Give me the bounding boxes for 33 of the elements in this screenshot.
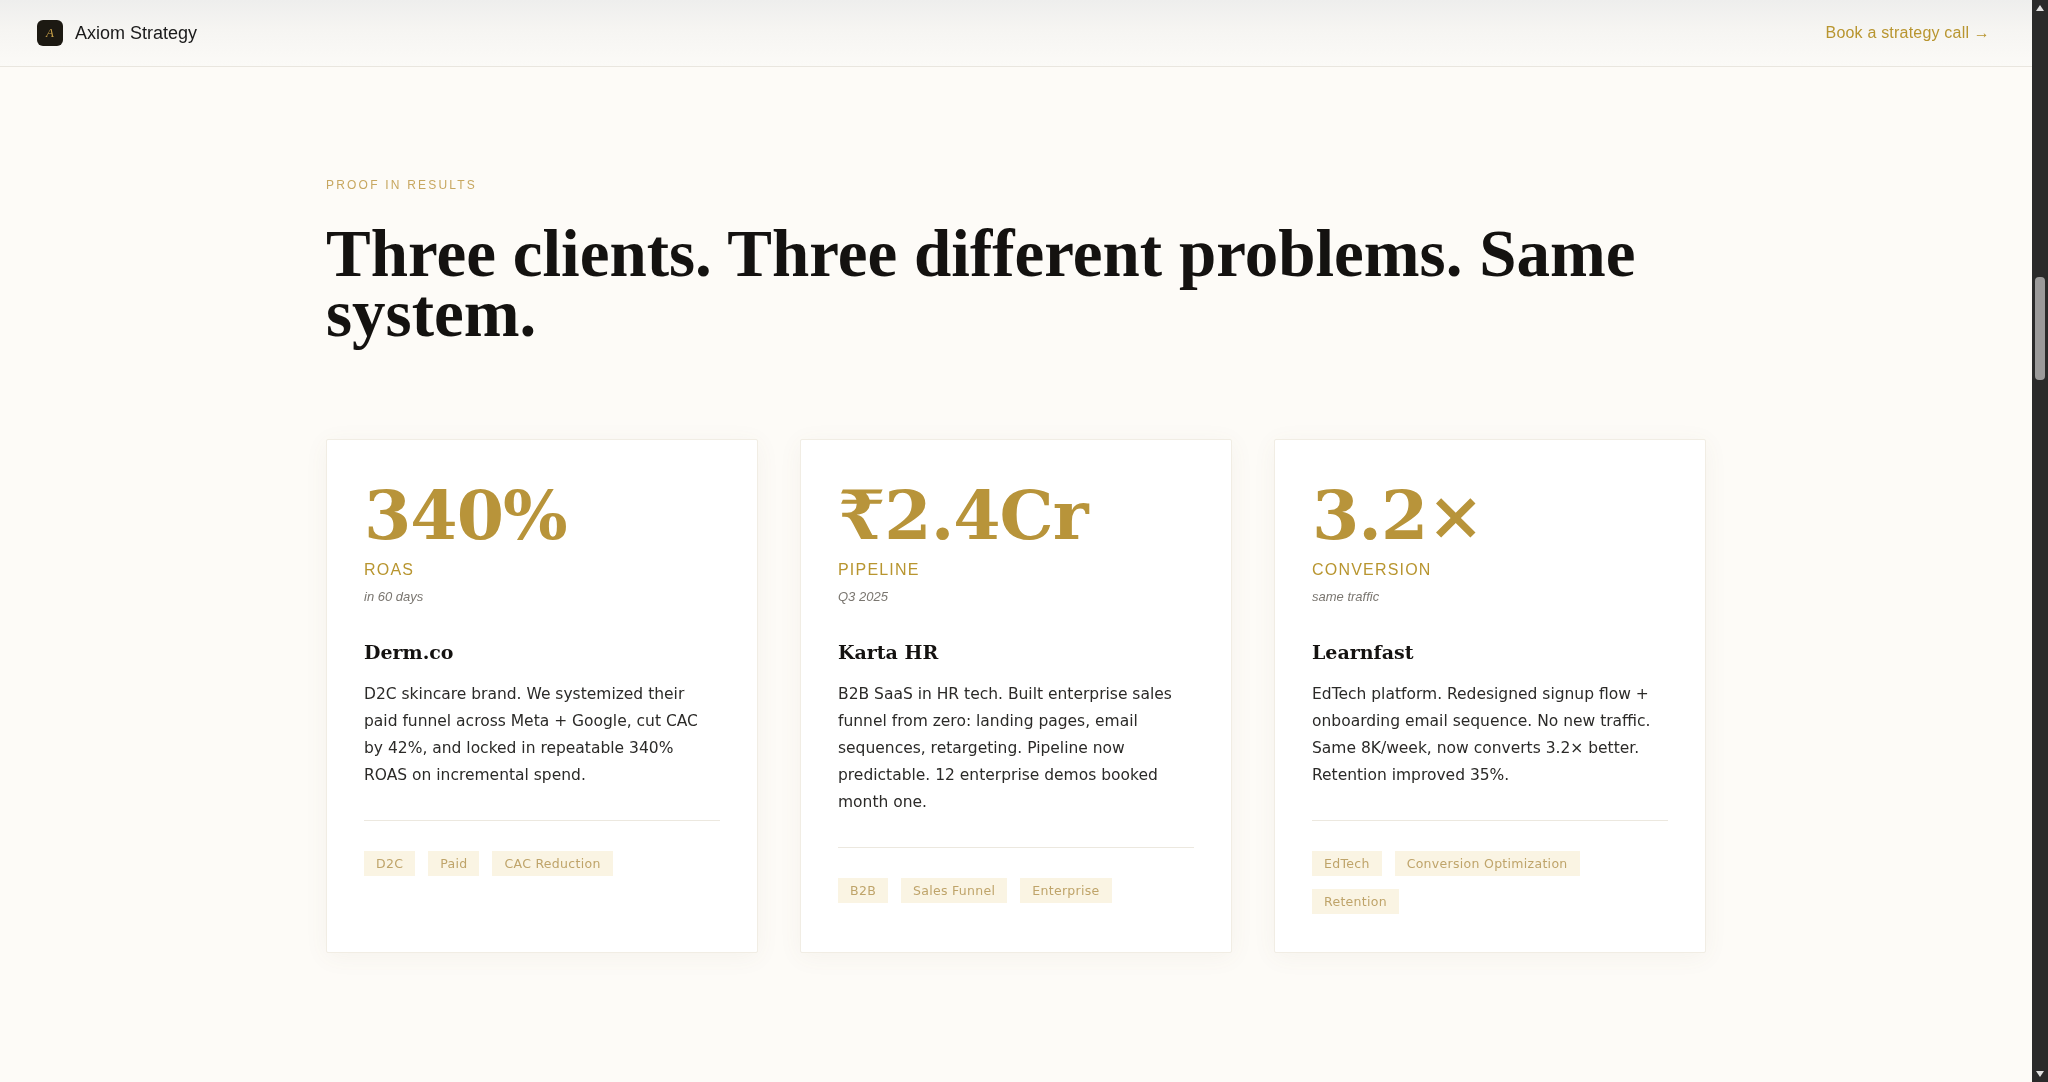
metric-value: 3.2× [1312,479,1485,551]
client-name: Learnfast [1312,640,1415,664]
tag: Retention [1312,889,1399,914]
tag: D2C [364,851,416,876]
metric-note: Q3 2025 [838,588,889,606]
case-description: B2B SaaS in HR tech. Built enterprise sales funnel from zero: landing pages, email sequences, retargeting. Pipeline now predictable. 12 enterprise demos booked month one. [838,684,1173,813]
metric-note: same traffic [1312,588,1381,606]
tag: Paid [428,851,480,876]
caret-down-icon[interactable] [2036,1071,2044,1077]
scrollbar[interactable] [2032,0,2048,1082]
tag: EdTech [1312,851,1382,876]
case-description: EdTech platform. Redesigned signup flow + onboarding email sequence. No new traffic. Same 8K/week, now converts 3.2× better. Retention improved 35%. [1312,684,1652,786]
caret-up-icon[interactable] [2036,5,2044,11]
tag: B2B [838,878,888,903]
tag: CAC Reduction [492,851,613,876]
section-heading: Three clients. Three different problems. Same system. [326,215,1637,352]
brand-name: Axiom Strategy [75,22,198,44]
scrollbar-thumb[interactable] [2035,277,2045,380]
metric-label: CONVERSION [1312,560,1433,580]
metric-note: in 60 days [364,588,425,606]
strategy-call-link[interactable]: Book a strategy call → [1825,23,1990,43]
case-description: D2C skincare brand. We systemized their paid funnel across Meta + Google, cut CAC by 42%, and locked in repeatable 340% ROAS on incremental spend. [364,684,699,786]
tag: Conversion Optimization [1394,851,1580,876]
metric-value: ₹2.4Cr [838,479,1091,551]
tag: Sales Funnel [901,878,1008,903]
client-name: Karta HR [838,640,940,664]
logo-mark: A [37,20,63,46]
metric-label: PIPELINE [838,560,921,580]
metric-value: 340% [364,479,568,551]
metric-label: ROAS [364,560,416,580]
section-eyebrow: PROOF IN RESULTS [326,177,478,193]
client-name: Derm.co [364,640,455,664]
tag: Enterprise [1020,878,1112,903]
